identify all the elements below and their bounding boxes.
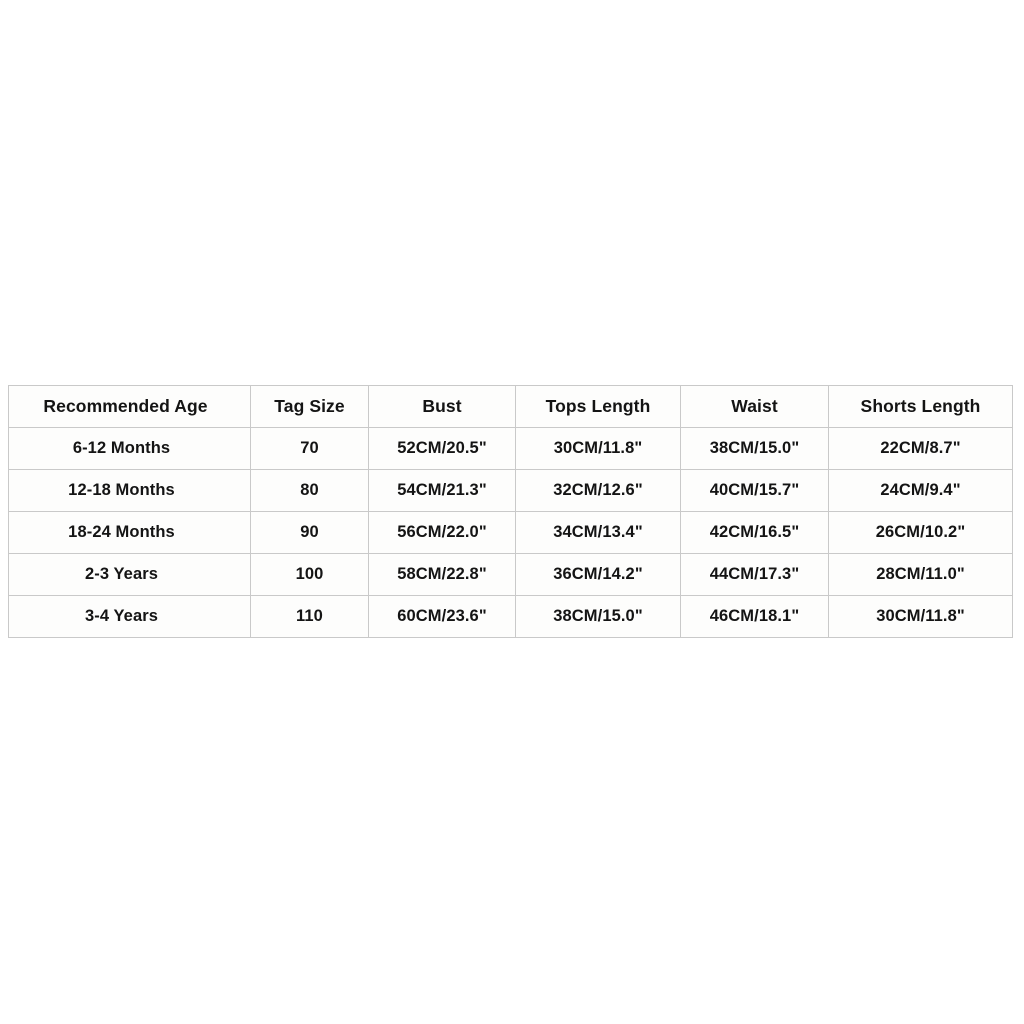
- table-row: 18-24 Months 90 56CM/22.0" 34CM/13.4" 42…: [8, 511, 1013, 554]
- cell-tag-size: 70: [250, 427, 369, 470]
- column-header-waist: Waist: [680, 385, 829, 428]
- column-header-tops-length: Tops Length: [515, 385, 681, 428]
- cell-bust: 56CM/22.0": [368, 511, 516, 554]
- cell-bust: 54CM/21.3": [368, 469, 516, 512]
- size-chart-container: Recommended Age Tag Size Bust Tops Lengt…: [8, 385, 1013, 638]
- column-header-shorts-length: Shorts Length: [828, 385, 1013, 428]
- table-row: 2-3 Years 100 58CM/22.8" 36CM/14.2" 44CM…: [8, 553, 1013, 596]
- cell-shorts-length: 22CM/8.7": [828, 427, 1013, 470]
- cell-tag-size: 80: [250, 469, 369, 512]
- cell-shorts-length: 28CM/11.0": [828, 553, 1013, 596]
- cell-waist: 46CM/18.1": [680, 595, 829, 638]
- cell-recommended-age: 3-4 Years: [8, 595, 251, 638]
- table-row: 3-4 Years 110 60CM/23.6" 38CM/15.0" 46CM…: [8, 595, 1013, 638]
- cell-waist: 38CM/15.0": [680, 427, 829, 470]
- table-body: 6-12 Months 70 52CM/20.5" 30CM/11.8" 38C…: [8, 427, 1013, 638]
- cell-bust: 52CM/20.5": [368, 427, 516, 470]
- cell-tops-length: 36CM/14.2": [515, 553, 681, 596]
- column-header-bust: Bust: [368, 385, 516, 428]
- cell-recommended-age: 12-18 Months: [8, 469, 251, 512]
- cell-waist: 40CM/15.7": [680, 469, 829, 512]
- cell-shorts-length: 26CM/10.2": [828, 511, 1013, 554]
- column-header-recommended-age: Recommended Age: [8, 385, 251, 428]
- table-row: 6-12 Months 70 52CM/20.5" 30CM/11.8" 38C…: [8, 427, 1013, 470]
- cell-tag-size: 100: [250, 553, 369, 596]
- size-chart-table: Recommended Age Tag Size Bust Tops Lengt…: [8, 385, 1013, 638]
- cell-waist: 44CM/17.3": [680, 553, 829, 596]
- cell-tops-length: 30CM/11.8": [515, 427, 681, 470]
- cell-recommended-age: 18-24 Months: [8, 511, 251, 554]
- cell-tag-size: 110: [250, 595, 369, 638]
- cell-tag-size: 90: [250, 511, 369, 554]
- cell-shorts-length: 30CM/11.8": [828, 595, 1013, 638]
- table-header: Recommended Age Tag Size Bust Tops Lengt…: [8, 385, 1013, 428]
- cell-recommended-age: 2-3 Years: [8, 553, 251, 596]
- cell-waist: 42CM/16.5": [680, 511, 829, 554]
- table-header-row: Recommended Age Tag Size Bust Tops Lengt…: [8, 385, 1013, 428]
- table-row: 12-18 Months 80 54CM/21.3" 32CM/12.6" 40…: [8, 469, 1013, 512]
- column-header-tag-size: Tag Size: [250, 385, 369, 428]
- cell-tops-length: 38CM/15.0": [515, 595, 681, 638]
- cell-tops-length: 34CM/13.4": [515, 511, 681, 554]
- cell-recommended-age: 6-12 Months: [8, 427, 251, 470]
- cell-bust: 60CM/23.6": [368, 595, 516, 638]
- cell-shorts-length: 24CM/9.4": [828, 469, 1013, 512]
- cell-bust: 58CM/22.8": [368, 553, 516, 596]
- cell-tops-length: 32CM/12.6": [515, 469, 681, 512]
